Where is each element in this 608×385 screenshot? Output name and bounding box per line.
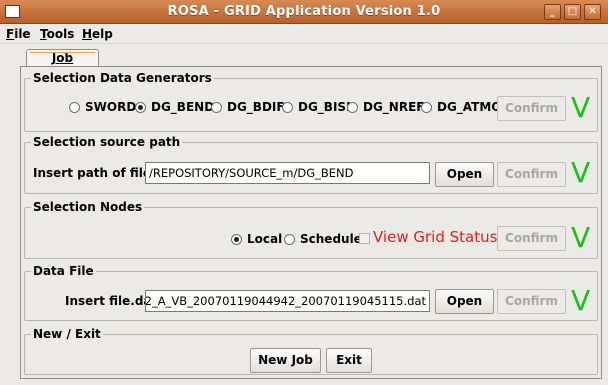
radio-sword-dot <box>69 101 80 113</box>
nodes-legend: Selection Nodes <box>31 200 145 214</box>
radio-dg-atmo-dot <box>421 101 432 113</box>
nodes-confirm-button[interactable]: Confirm <box>497 226 566 251</box>
close-button[interactable]: ✕ <box>584 4 601 20</box>
radio-dg-bisi-dot <box>282 101 293 113</box>
menu-bar: File Tools Help <box>0 24 608 44</box>
source-check-icon: V <box>571 156 591 189</box>
nodes-check-icon: V <box>571 221 591 254</box>
radio-dg-atmo[interactable]: DG_ATMO <box>421 100 502 114</box>
view-grid-status-checkbox[interactable] <box>359 233 370 244</box>
exit-button[interactable]: Exit <box>326 348 372 373</box>
datafile-open-button[interactable]: Open <box>435 289 494 314</box>
radio-dg-bdif-dot <box>211 101 222 113</box>
generators-confirm-button[interactable]: Confirm <box>497 96 566 121</box>
source-legend: Selection source path <box>31 135 183 149</box>
radio-dg-bdif[interactable]: DG_BDIF <box>211 100 285 114</box>
new-job-button[interactable]: New Job <box>250 348 321 373</box>
datafile-check-icon: V <box>571 284 591 317</box>
source-confirm-button[interactable]: Confirm <box>497 162 566 187</box>
minimize-button[interactable]: _ <box>544 4 561 20</box>
radio-dg-nref-dot <box>347 101 358 113</box>
title-bar: ROSA - GRID Application Version 1.0 _ □ … <box>0 0 608 24</box>
menu-help[interactable]: Help <box>82 27 113 41</box>
generators-check-icon: V <box>571 91 591 124</box>
radio-sword[interactable]: SWORD <box>69 100 136 114</box>
window-title: ROSA - GRID Application Version 1.0 <box>167 4 441 19</box>
radio-dg-bend-dot <box>135 101 146 113</box>
radio-dg-bend[interactable]: DG_BEND <box>135 100 214 114</box>
newexit-legend: New / Exit <box>31 327 103 341</box>
radio-local-dot <box>231 233 242 245</box>
radio-scheduler-dot <box>284 233 295 245</box>
tab-job-request[interactable]: Job Request <box>26 49 99 81</box>
source-path-input[interactable]: /REPOSITORY/SOURCE_m/DG_BEND <box>145 162 430 184</box>
radio-local[interactable]: Local <box>231 232 282 246</box>
datafile-input[interactable]: HD_02_A_VB_20070119044942_20070119045115… <box>145 290 430 312</box>
menu-tools[interactable]: Tools <box>40 27 74 41</box>
view-grid-status-label: View Grid Status <box>373 228 498 246</box>
source-open-button[interactable]: Open <box>435 162 494 187</box>
datafile-legend: Data File <box>31 264 96 278</box>
datafile-confirm-button[interactable]: Confirm <box>497 289 566 314</box>
radio-scheduler[interactable]: Scheduler <box>284 232 368 246</box>
menu-file[interactable]: File <box>6 27 31 41</box>
maximize-button[interactable]: □ <box>564 4 581 20</box>
generators-legend: Selection Data Generators <box>31 71 214 85</box>
radio-dg-nref[interactable]: DG_NREF <box>347 100 425 114</box>
radio-dg-bisi[interactable]: DG_BISI <box>282 100 351 114</box>
